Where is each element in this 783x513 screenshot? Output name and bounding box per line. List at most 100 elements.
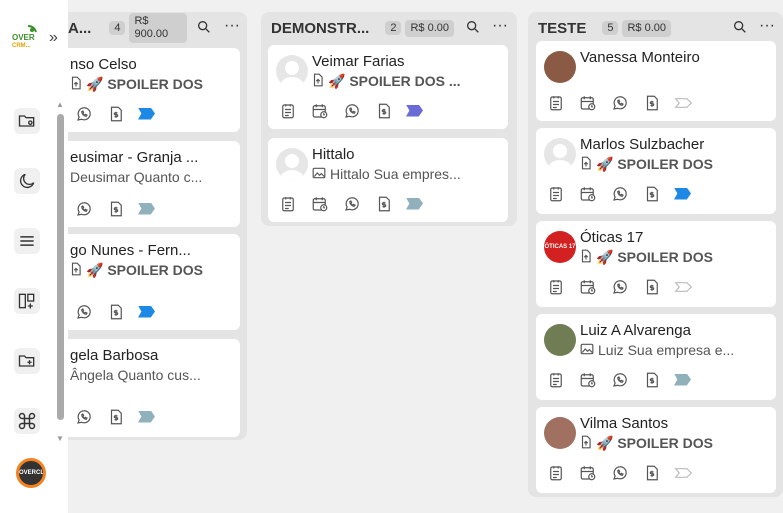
contact-name: gela Barbosa — [70, 347, 159, 364]
lead-card[interactable]: Luiz A Alvarenga Luiz Sua empresa e... — [536, 314, 776, 400]
more-icon[interactable]: ··· — [492, 17, 508, 35]
lead-card[interactable]: ÓTICAS 17 Óticas 17 🚀 SPOILER DOS — [536, 221, 776, 307]
tag-icon[interactable] — [674, 187, 691, 200]
command-icon — [18, 412, 36, 430]
tag-icon[interactable] — [674, 277, 693, 296]
lead-card[interactable]: gela Barbosa Ângela Quanto cus... — [48, 339, 240, 437]
tag-icon[interactable] — [138, 305, 155, 318]
menu-icon — [20, 236, 34, 246]
invoice-icon[interactable] — [106, 407, 125, 426]
lead-card[interactable]: Marlos Sulzbacher 🚀 SPOILER DOS — [536, 128, 776, 214]
contact-avatar — [544, 138, 576, 170]
last-message-preview: Ângela Quanto cus... — [70, 367, 232, 383]
lead-card[interactable]: Hittalo Hittalo Sua empres... — [268, 138, 508, 222]
scrollbar-thumb[interactable] — [57, 114, 64, 420]
whatsapp-icon[interactable] — [74, 199, 93, 218]
expand-sidebar-button[interactable]: » — [49, 29, 58, 47]
folder-settings-button[interactable] — [14, 108, 40, 134]
calendar-clock-icon[interactable] — [310, 194, 329, 213]
folder-add-button[interactable] — [14, 348, 40, 374]
column-title: TESTE — [538, 19, 587, 37]
whatsapp-icon[interactable] — [610, 277, 629, 296]
invoice-icon[interactable] — [642, 370, 661, 389]
invoice-icon[interactable] — [106, 104, 125, 123]
invoice-icon[interactable] — [106, 199, 125, 218]
column-value: R$ 900.00 — [129, 13, 188, 43]
invoice-icon[interactable] — [374, 101, 393, 120]
lead-card[interactable]: Vanessa Monteiro — [536, 41, 776, 121]
contact-avatar — [276, 55, 308, 87]
preview-text: Luiz Sua empresa e... — [598, 342, 735, 358]
invoice-icon[interactable] — [642, 463, 661, 482]
kanban-add-icon — [18, 293, 35, 309]
menu-button[interactable] — [14, 228, 40, 254]
calendar-clock-icon[interactable] — [578, 184, 597, 203]
tag-icon[interactable] — [406, 197, 423, 210]
lead-card[interactable]: eusimar - Granja ... Deusimar Quanto c... — [48, 141, 240, 227]
contact-avatar: ÓTICAS 17 — [544, 231, 576, 263]
invoice-icon[interactable] — [642, 277, 661, 296]
column-count: 4 — [109, 21, 126, 35]
column-value: R$ 0.00 — [405, 19, 454, 37]
tag-icon[interactable] — [138, 410, 155, 423]
notes-icon[interactable] — [546, 277, 565, 296]
scroll-down-icon[interactable]: ▼ — [56, 434, 64, 443]
calendar-clock-icon[interactable] — [310, 101, 329, 120]
preview-text: 🚀 SPOILER DOS — [596, 156, 714, 172]
lead-card[interactable]: nso Celso 🚀 SPOILER DOS — [48, 48, 240, 132]
image-icon — [580, 343, 594, 358]
theme-toggle-button[interactable] — [14, 168, 40, 194]
contact-avatar — [544, 417, 576, 449]
whatsapp-icon[interactable] — [610, 184, 629, 203]
search-icon[interactable] — [732, 19, 748, 40]
kanban-add-button[interactable] — [14, 288, 40, 314]
notes-icon[interactable] — [546, 184, 565, 203]
contact-name: Luiz A Alvarenga — [580, 322, 691, 339]
lead-card[interactable]: Veimar Farias 🚀 SPOILER DOS ... — [268, 45, 508, 129]
invoice-icon[interactable] — [374, 194, 393, 213]
more-icon[interactable]: ··· — [759, 17, 775, 35]
whatsapp-icon[interactable] — [610, 93, 629, 112]
whatsapp-icon[interactable] — [610, 463, 629, 482]
whatsapp-icon[interactable] — [74, 302, 93, 321]
sidebar-scrollbar[interactable]: ▲ ▼ — [56, 100, 64, 444]
whatsapp-icon[interactable] — [74, 104, 93, 123]
notes-icon[interactable] — [278, 194, 297, 213]
tag-icon[interactable] — [406, 104, 423, 117]
tag-icon[interactable] — [674, 463, 693, 482]
contact-name: Vanessa Monteiro — [580, 49, 700, 66]
notes-icon[interactable] — [546, 93, 565, 112]
search-icon[interactable] — [465, 19, 481, 40]
user-avatar[interactable]: OVERCLOUD — [16, 458, 46, 488]
notes-icon[interactable] — [546, 463, 565, 482]
whatsapp-icon[interactable] — [74, 407, 93, 426]
invoice-icon[interactable] — [106, 302, 125, 321]
scroll-up-icon[interactable]: ▲ — [56, 100, 64, 109]
invoice-icon[interactable] — [642, 184, 661, 203]
preview-text: 🚀 SPOILER DOS — [596, 249, 714, 265]
tag-icon[interactable] — [674, 373, 691, 386]
more-icon[interactable]: ··· — [224, 17, 240, 35]
calendar-clock-icon[interactable] — [578, 370, 597, 389]
search-icon[interactable] — [196, 19, 212, 40]
invoice-icon[interactable] — [642, 93, 661, 112]
tag-icon[interactable] — [138, 107, 155, 120]
last-message-preview: Deusimar Quanto c... — [70, 169, 232, 185]
preview-text: 🚀 SPOILER DOS — [596, 435, 714, 451]
notes-icon[interactable] — [278, 101, 297, 120]
calendar-clock-icon[interactable] — [578, 277, 597, 296]
tag-icon[interactable] — [138, 202, 155, 215]
last-message-preview: 🚀 SPOILER DOS — [580, 156, 768, 173]
lead-card[interactable]: go Nunes - Fern... 🚀 SPOILER DOS — [48, 234, 240, 330]
tag-icon[interactable] — [674, 93, 693, 112]
calendar-clock-icon[interactable] — [578, 463, 597, 482]
whatsapp-icon[interactable] — [342, 194, 361, 213]
contact-avatar — [544, 51, 576, 83]
calendar-clock-icon[interactable] — [578, 93, 597, 112]
whatsapp-icon[interactable] — [342, 101, 361, 120]
contact-name: go Nunes - Fern... — [70, 242, 191, 259]
notes-icon[interactable] — [546, 370, 565, 389]
command-button[interactable] — [14, 408, 40, 434]
lead-card[interactable]: Vilma Santos 🚀 SPOILER DOS — [536, 407, 776, 493]
whatsapp-icon[interactable] — [610, 370, 629, 389]
